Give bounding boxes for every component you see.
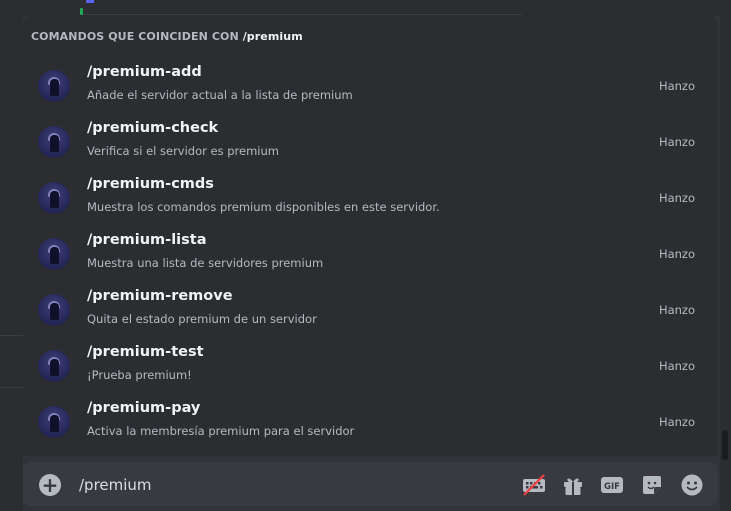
accent-marker [86, 0, 94, 3]
command-name: /premium-lista [87, 232, 207, 248]
autocomplete-header: COMANDOS QUE COINCIDEN CON /premium [31, 30, 303, 43]
bot-avatar [38, 238, 70, 270]
command-option-premium-remove[interactable]: /premium-remove Quita el estado premium … [23, 282, 718, 338]
bot-avatar [38, 70, 70, 102]
command-description: Muestra los comandos premium disponibles… [87, 200, 440, 214]
command-option-premium-add[interactable]: /premium-add Añade el servidor actual a … [23, 58, 718, 114]
bot-avatar [38, 182, 70, 214]
emoji-icon[interactable] [679, 472, 705, 498]
command-option-premium-pay[interactable]: /premium-pay Activa la membresía premium… [23, 394, 718, 450]
left-edge [0, 0, 23, 511]
bot-avatar [38, 126, 70, 158]
command-description: Verifica si el servidor es premium [87, 144, 279, 158]
scrollbar[interactable] [720, 0, 731, 511]
command-autocomplete-panel: COMANDOS QUE COINCIDEN CON /premium /pre… [23, 16, 718, 456]
command-name: /premium-remove [87, 288, 233, 304]
command-option-premium-check[interactable]: /premium-check Verifica si el servidor e… [23, 114, 718, 170]
command-option-premium-lista[interactable]: /premium-lista Muestra una lista de serv… [23, 226, 718, 282]
scrollbar-thumb[interactable] [722, 430, 728, 460]
bot-avatar [38, 350, 70, 382]
command-description: Activa la membresía premium para el serv… [87, 424, 355, 438]
command-option-premium-cmds[interactable]: /premium-cmds Muestra los comandos premi… [23, 170, 718, 226]
command-author: Hanzo [658, 135, 695, 149]
command-author: Hanzo [658, 359, 695, 373]
command-name: /premium-cmds [87, 176, 214, 192]
command-option-premium-test[interactable]: /premium-test ¡Prueba premium! Hanzo [23, 338, 718, 394]
command-name: /premium-check [87, 120, 219, 136]
command-author: Hanzo [658, 191, 695, 205]
divider [0, 335, 23, 336]
autocomplete-header-prefix: COMANDOS QUE COINCIDEN CON [31, 30, 239, 43]
svg-text:GIF: GIF [604, 482, 620, 492]
autocomplete-header-query: /premium [242, 30, 303, 43]
command-name: /premium-pay [87, 400, 201, 416]
command-author: Hanzo [658, 247, 695, 261]
command-author: Hanzo [658, 415, 695, 429]
command-name: /premium-test [87, 344, 204, 360]
divider [0, 387, 23, 388]
gift-icon[interactable] [560, 472, 586, 498]
status-marker [80, 8, 83, 15]
message-area-fragment [82, 0, 522, 15]
command-description: Quita el estado premium de un servidor [87, 312, 317, 326]
message-input-bar: + GIF [23, 462, 718, 506]
command-description: ¡Prueba premium! [87, 368, 192, 382]
command-author: Hanzo [658, 79, 695, 93]
bot-avatar [38, 406, 70, 438]
command-description: Muestra una lista de servidores premium [87, 256, 324, 270]
bot-avatar [38, 294, 70, 326]
message-input[interactable] [79, 476, 479, 494]
command-author: Hanzo [658, 303, 695, 317]
plus-circle-icon[interactable]: + [39, 474, 61, 496]
command-name: /premium-add [87, 64, 202, 80]
sticker-icon[interactable] [639, 472, 665, 498]
command-description: Añade el servidor actual a la lista de p… [87, 88, 353, 102]
gif-icon[interactable]: GIF [599, 472, 625, 498]
keyboard-disabled-icon[interactable] [521, 472, 547, 498]
